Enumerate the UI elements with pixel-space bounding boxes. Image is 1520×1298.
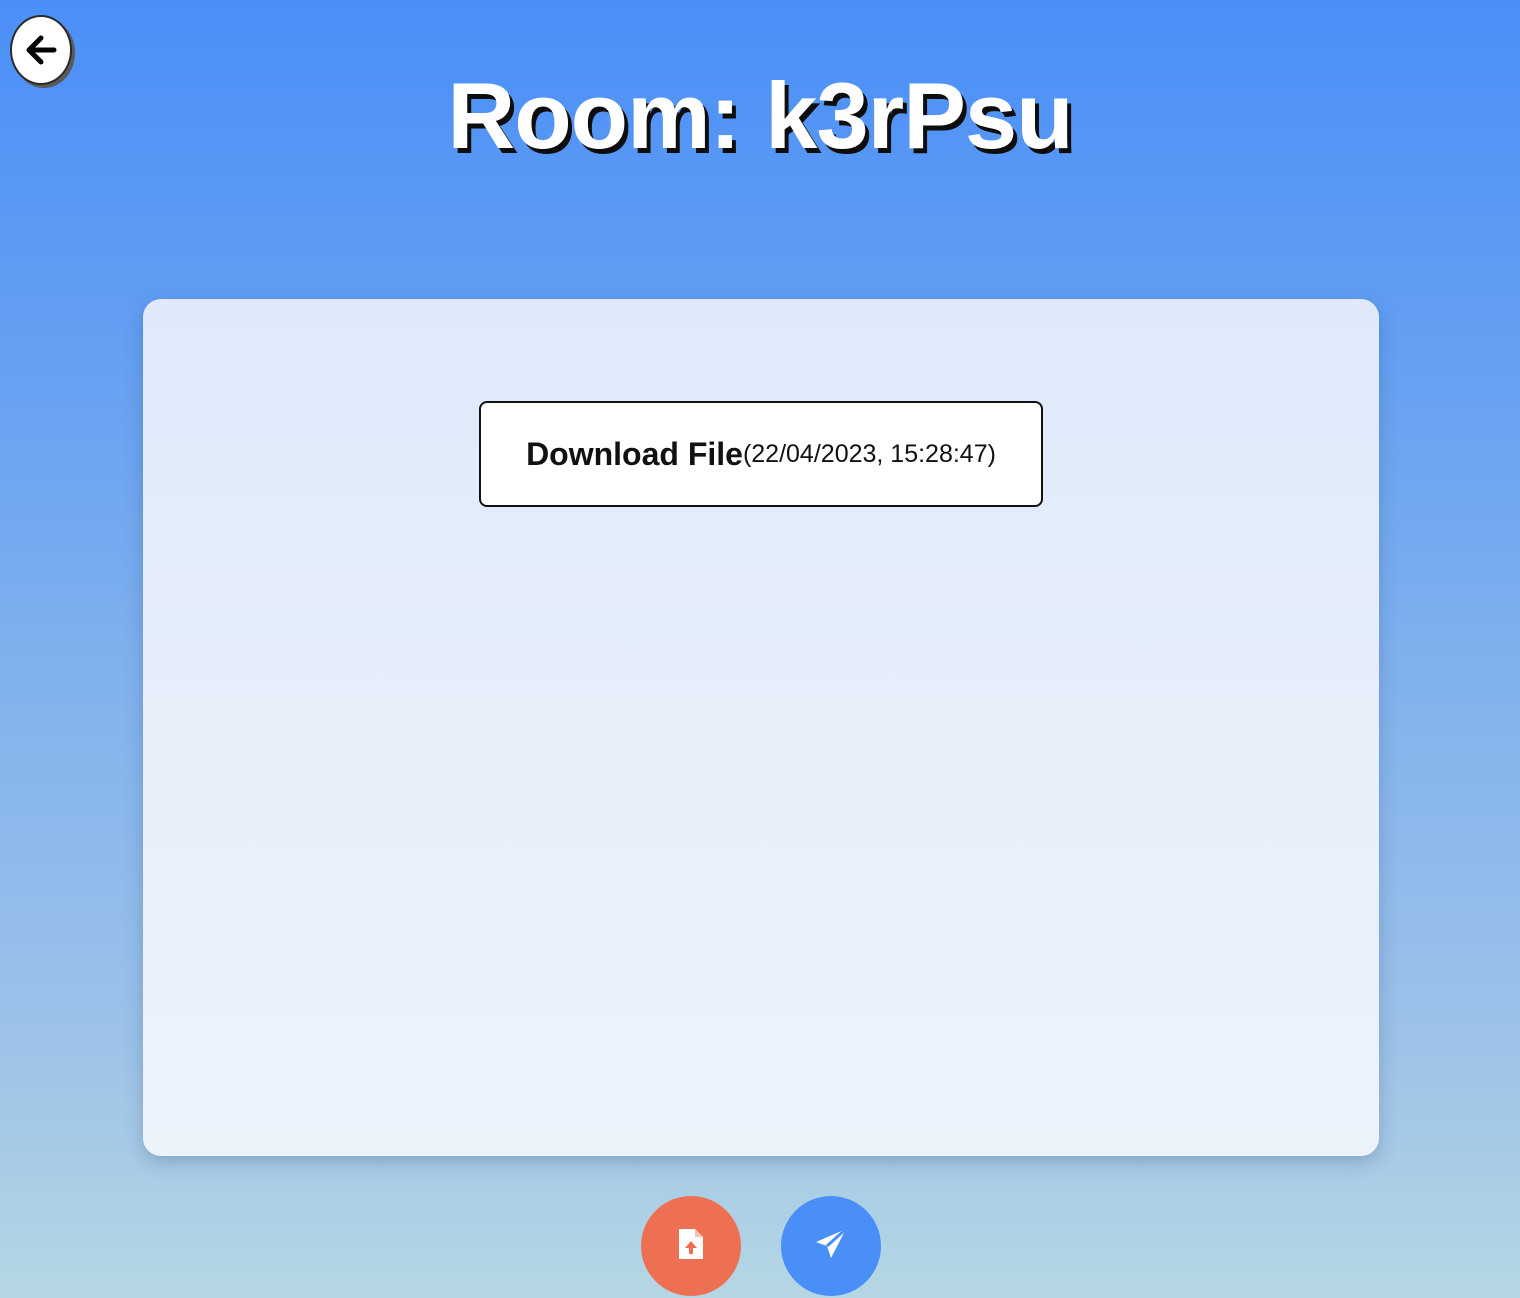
download-file-link[interactable]: Download File: [526, 436, 743, 473]
chat-panel: Download File (22/04/2023, 15:28:47): [143, 299, 1379, 1156]
file-upload-icon: [677, 1227, 705, 1266]
paper-plane-icon: [813, 1226, 849, 1267]
upload-file-button[interactable]: [641, 1196, 741, 1296]
message-timestamp: (22/04/2023, 15:28:47): [742, 439, 996, 468]
send-button[interactable]: [781, 1196, 881, 1296]
page-title: Room: k3rPsu: [447, 63, 1073, 168]
download-file-message[interactable]: Download File (22/04/2023, 15:28:47): [479, 401, 1043, 507]
